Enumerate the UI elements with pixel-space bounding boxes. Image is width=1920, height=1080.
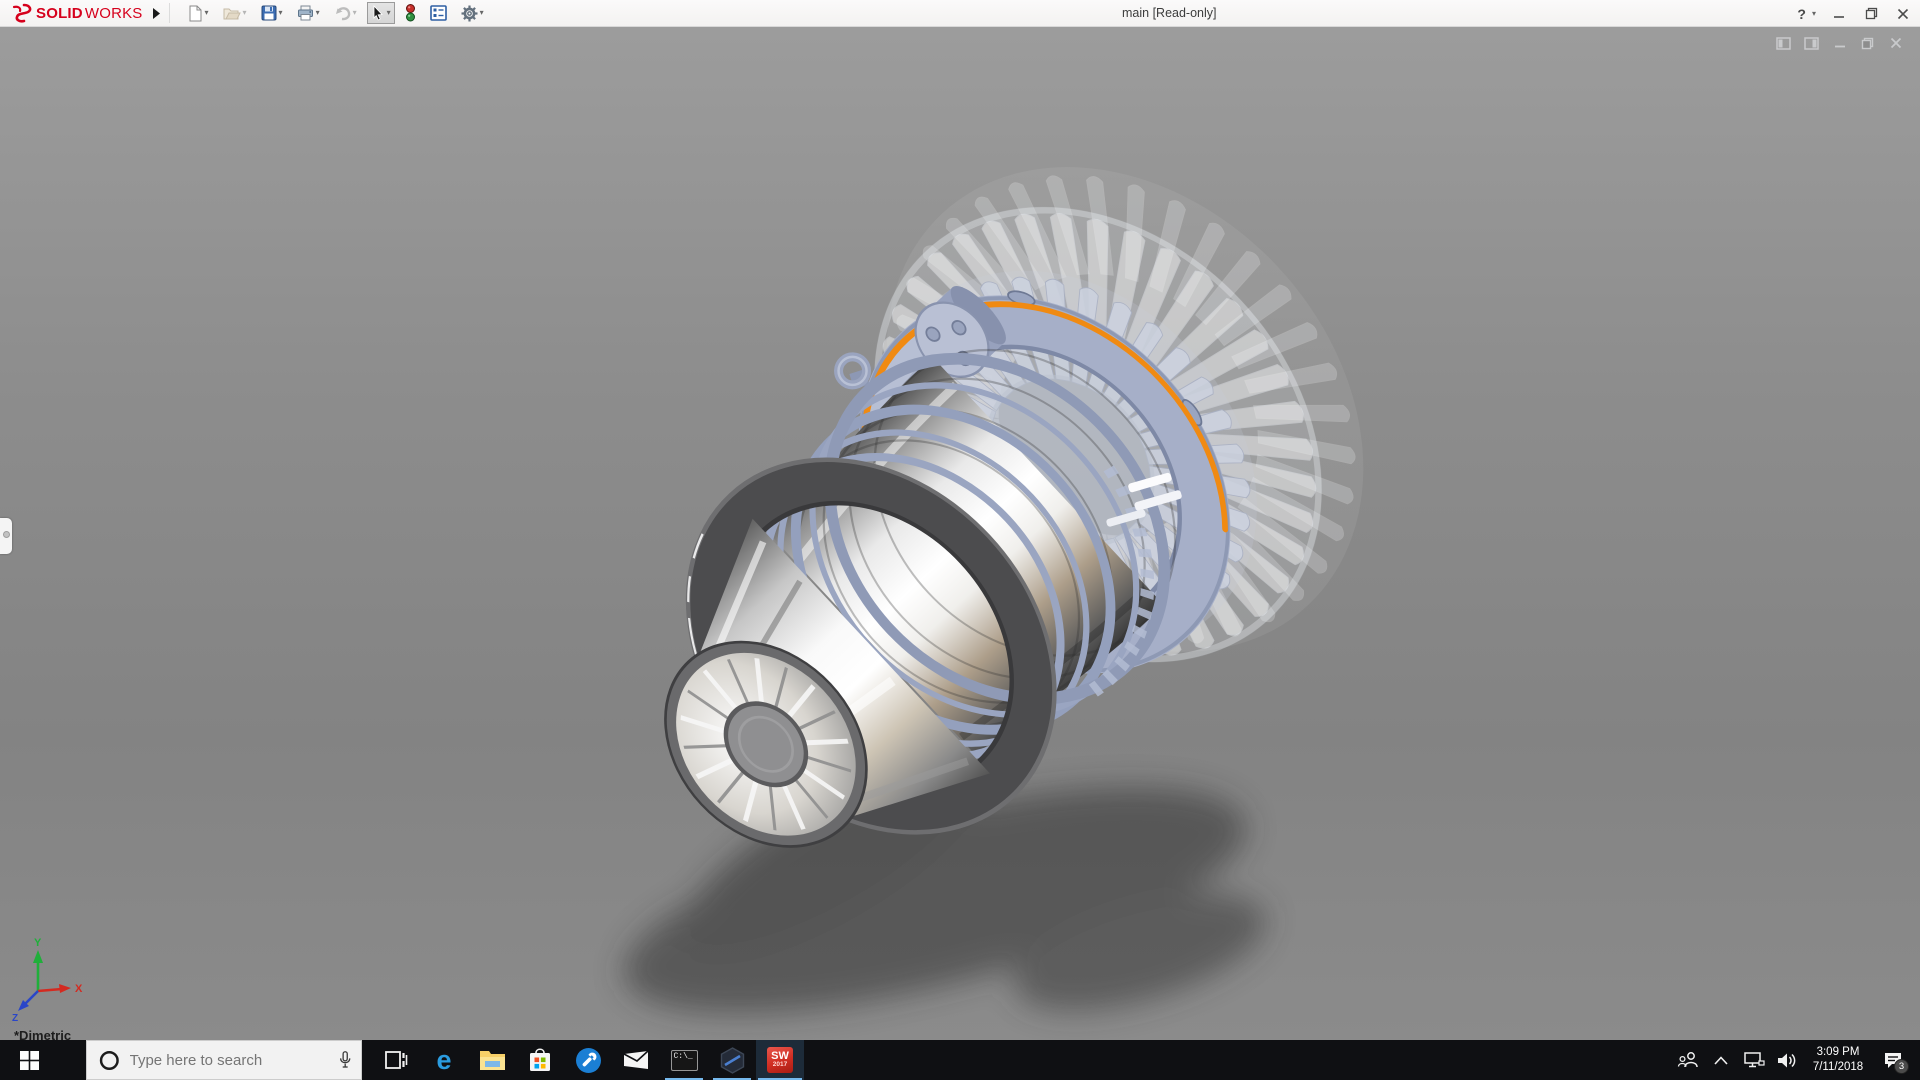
- store-icon: [528, 1047, 552, 1073]
- print-caret[interactable]: ▾: [316, 9, 320, 17]
- file-explorer-button[interactable]: [468, 1040, 516, 1080]
- document-title: main [Read-only]: [1122, 6, 1217, 20]
- command-prompt-icon: C:\_: [671, 1050, 698, 1071]
- pane-right-icon[interactable]: [1803, 35, 1820, 51]
- taskbar-pinned-apps: e: [372, 1040, 804, 1080]
- print-button[interactable]: ▾: [293, 2, 324, 24]
- people-icon[interactable]: [1675, 1040, 1701, 1080]
- new-document-icon: [187, 5, 203, 22]
- logo-text-bold: SOLID: [36, 5, 83, 22]
- search-input[interactable]: [130, 1052, 329, 1069]
- minimize-icon: [1833, 8, 1845, 20]
- edrawings-button[interactable]: [708, 1040, 756, 1080]
- y-axis-label: Y: [34, 937, 42, 949]
- tray-clock[interactable]: 3:09 PM 7/11/2018: [1807, 1045, 1869, 1075]
- solidworks-2017-button[interactable]: SW 2017: [756, 1040, 804, 1080]
- toolbar-flyout-arrow[interactable]: [149, 3, 165, 23]
- cortana-icon: [99, 1048, 120, 1073]
- help-caret[interactable]: ▾: [1812, 10, 1816, 18]
- display-states-button[interactable]: [401, 1, 420, 25]
- open-folder-icon: [223, 6, 241, 21]
- tray-date: 7/11/2018: [1807, 1060, 1869, 1075]
- taskbar-search[interactable]: [86, 1040, 362, 1080]
- close-icon: [1897, 8, 1909, 20]
- minimize-button[interactable]: [1830, 5, 1848, 23]
- undo-caret[interactable]: ▾: [353, 9, 357, 17]
- command-prompt-button[interactable]: C:\_: [660, 1040, 708, 1080]
- store-button[interactable]: [516, 1040, 564, 1080]
- flyout-arrow-icon: [152, 8, 161, 19]
- save-button[interactable]: ▾: [257, 2, 287, 24]
- logo-text-light: WORKS: [85, 5, 143, 22]
- engine-3d-scene[interactable]: Y X Z: [0, 27, 1920, 1040]
- close-button[interactable]: [1894, 5, 1912, 23]
- y-axis-arrow: [33, 950, 43, 963]
- orientation-triad: Y X Z: [12, 937, 83, 1024]
- mdi-restore-button[interactable]: [1859, 35, 1876, 51]
- wrench-app-icon: [575, 1047, 602, 1074]
- mdi-window-controls: [1775, 35, 1904, 51]
- undo-button[interactable]: ▾: [330, 3, 361, 24]
- component-properties-button[interactable]: [426, 2, 451, 24]
- sw-icon-year: 2017: [773, 1062, 787, 1069]
- x-axis-arrow: [59, 984, 71, 993]
- ds-logo-icon: [10, 3, 34, 23]
- edge-icon: e: [436, 1047, 451, 1074]
- properties-list-icon: [430, 5, 447, 21]
- select-caret[interactable]: ▾: [387, 9, 391, 17]
- tray-time: 3:09 PM: [1807, 1045, 1869, 1060]
- select-cursor-icon: [371, 5, 385, 21]
- engine-scene-root: Y X Z: [12, 71, 1461, 1040]
- new-document-button[interactable]: ▾: [183, 2, 213, 25]
- tray-chevron-icon[interactable]: [1708, 1040, 1734, 1080]
- print-icon: [297, 5, 314, 21]
- volume-icon[interactable]: [1774, 1040, 1800, 1080]
- save-caret[interactable]: ▾: [279, 9, 283, 17]
- gear-icon: [461, 5, 478, 22]
- mail-icon: [623, 1050, 649, 1070]
- start-button[interactable]: [0, 1040, 58, 1080]
- network-icon[interactable]: [1741, 1040, 1767, 1080]
- select-button[interactable]: ▾: [367, 2, 395, 24]
- action-center-button[interactable]: 3: [1876, 1040, 1910, 1080]
- feature-manager-collapsed-tab[interactable]: [0, 518, 12, 554]
- file-explorer-icon: [479, 1049, 506, 1071]
- mail-button[interactable]: [612, 1040, 660, 1080]
- restore-button[interactable]: [1862, 5, 1880, 23]
- undo-arrow-icon: [334, 6, 351, 21]
- mdi-minimize-button[interactable]: [1831, 35, 1848, 51]
- stoplight-icon: [405, 4, 416, 22]
- solidworks-logo: SOLIDWORKS: [0, 0, 149, 26]
- options-caret[interactable]: ▾: [480, 9, 484, 17]
- save-floppy-icon: [261, 5, 277, 21]
- task-view-button[interactable]: [372, 1040, 420, 1080]
- x-axis-label: X: [75, 983, 83, 995]
- windows-taskbar: e: [0, 1040, 1920, 1080]
- z-axis-label: Z: [12, 1013, 18, 1024]
- solidworks-window: SOLIDWORKS ▾ ▾: [0, 0, 1920, 1080]
- window-controls: ? ▾: [1797, 0, 1912, 27]
- microphone-icon[interactable]: [339, 1049, 351, 1071]
- options-button[interactable]: ▾: [457, 2, 488, 25]
- solidworks-app-icon: SW 2017: [767, 1047, 793, 1073]
- title-bar: SOLIDWORKS ▾ ▾: [0, 0, 1920, 27]
- pane-left-icon[interactable]: [1775, 35, 1792, 51]
- get-help-button[interactable]: [564, 1040, 612, 1080]
- panel-expand-dot[interactable]: [3, 531, 10, 538]
- new-document-caret[interactable]: ▾: [205, 9, 209, 17]
- windows-logo-icon: [20, 1051, 39, 1070]
- open-button[interactable]: ▾: [219, 3, 251, 24]
- open-caret[interactable]: ▾: [243, 9, 247, 17]
- restore-icon: [1865, 7, 1878, 20]
- graphics-viewport[interactable]: Y X Z: [0, 27, 1920, 1040]
- edrawings-hexagon-icon: [719, 1047, 746, 1074]
- toolbar-separator: [169, 3, 170, 23]
- system-tray: 3:09 PM 7/11/2018 3: [1675, 1040, 1920, 1080]
- mdi-close-button[interactable]: [1887, 35, 1904, 51]
- edge-button[interactable]: e: [420, 1040, 468, 1080]
- notification-badge: 3: [1894, 1059, 1909, 1074]
- help-button[interactable]: ?: [1797, 6, 1806, 22]
- task-view-icon: [384, 1048, 408, 1072]
